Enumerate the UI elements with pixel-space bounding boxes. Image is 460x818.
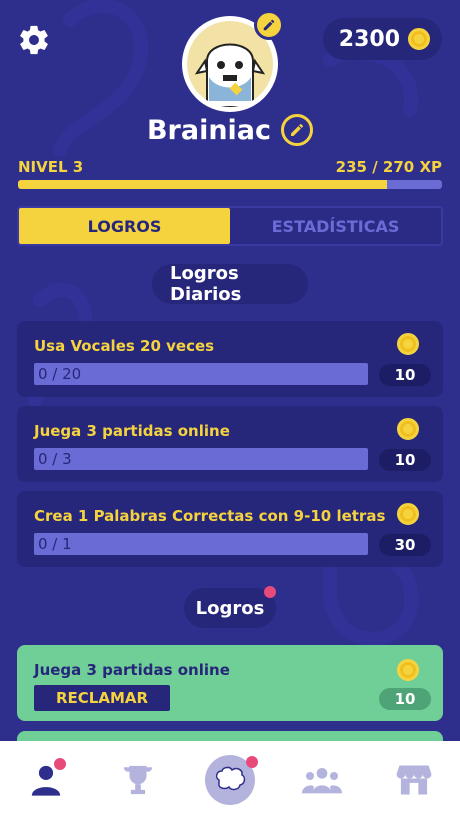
reward-amount: 10 [379, 449, 431, 471]
pencil-icon [291, 123, 304, 136]
notification-dot [246, 755, 258, 768]
nav-friends[interactable] [292, 750, 352, 810]
xp-text: 235 / 270 XP [335, 158, 442, 176]
daily-card: Usa Vocales 20 veces 0 / 20 10 [17, 321, 443, 397]
coin-icon [408, 28, 430, 50]
friends-icon [302, 767, 342, 793]
coin-balance[interactable]: 2300 [322, 18, 442, 60]
settings-button[interactable] [14, 20, 54, 60]
shop-icon [396, 764, 432, 795]
nav-play[interactable] [200, 750, 260, 810]
daily-card-progress: 0 / 1 [34, 533, 368, 555]
notification-dot [264, 586, 276, 598]
coin-icon [397, 418, 419, 440]
coin-icon [397, 333, 419, 355]
reward-amount: 10 [379, 688, 431, 710]
avatar-container[interactable] [182, 10, 284, 112]
edit-name-button[interactable] [281, 114, 314, 146]
daily-card-progress: 0 / 3 [34, 448, 368, 470]
pencil-icon [263, 19, 275, 31]
tab-logros[interactable]: LOGROS [19, 208, 230, 244]
bottom-navigation [0, 741, 460, 818]
trophy-icon [123, 765, 153, 794]
achievements-heading: Logros [184, 588, 276, 628]
claim-button[interactable]: RECLAMAR [34, 685, 170, 711]
daily-card: Juega 3 partidas online 0 / 3 10 [17, 406, 443, 482]
tab-estadisticas[interactable]: ESTADÍSTICAS [230, 208, 441, 244]
daily-card: Crea 1 Palabras Correctas con 9-10 letra… [17, 491, 443, 567]
coin-icon [397, 503, 419, 525]
coin-count: 2300 [338, 26, 400, 52]
notification-dot [54, 757, 66, 770]
reward-amount: 10 [379, 364, 431, 386]
username: Brainiac [146, 114, 272, 146]
claimable-achievement-card: Juega 3 partidas online RECLAMAR 10 [17, 645, 443, 721]
gear-icon [20, 25, 48, 55]
level-row: NIVEL 3 235 / 270 XP [18, 158, 442, 176]
nav-leaderboard[interactable] [108, 750, 168, 810]
achievement-title: Juega 3 partidas online [34, 661, 230, 679]
xp-progress-bar [18, 180, 442, 189]
avatar-edit-button[interactable] [254, 10, 284, 40]
xp-progress-fill [18, 180, 387, 189]
nav-shop[interactable] [384, 750, 444, 810]
daily-card-title: Crea 1 Palabras Correctas con 9-10 letra… [34, 507, 386, 525]
daily-card-progress: 0 / 20 [34, 363, 368, 385]
nav-profile[interactable] [16, 750, 76, 810]
tab-bar: LOGROS ESTADÍSTICAS [17, 206, 443, 246]
username-row: Brainiac [0, 114, 460, 146]
brain-icon [215, 766, 246, 790]
reward-amount: 30 [379, 534, 431, 556]
daily-card-title: Usa Vocales 20 veces [34, 337, 215, 355]
level-label: NIVEL 3 [18, 158, 84, 176]
coin-icon [397, 659, 419, 681]
daily-achievements-heading: Logros Diarios [152, 263, 308, 305]
daily-card-title: Juega 3 partidas online [34, 422, 230, 440]
